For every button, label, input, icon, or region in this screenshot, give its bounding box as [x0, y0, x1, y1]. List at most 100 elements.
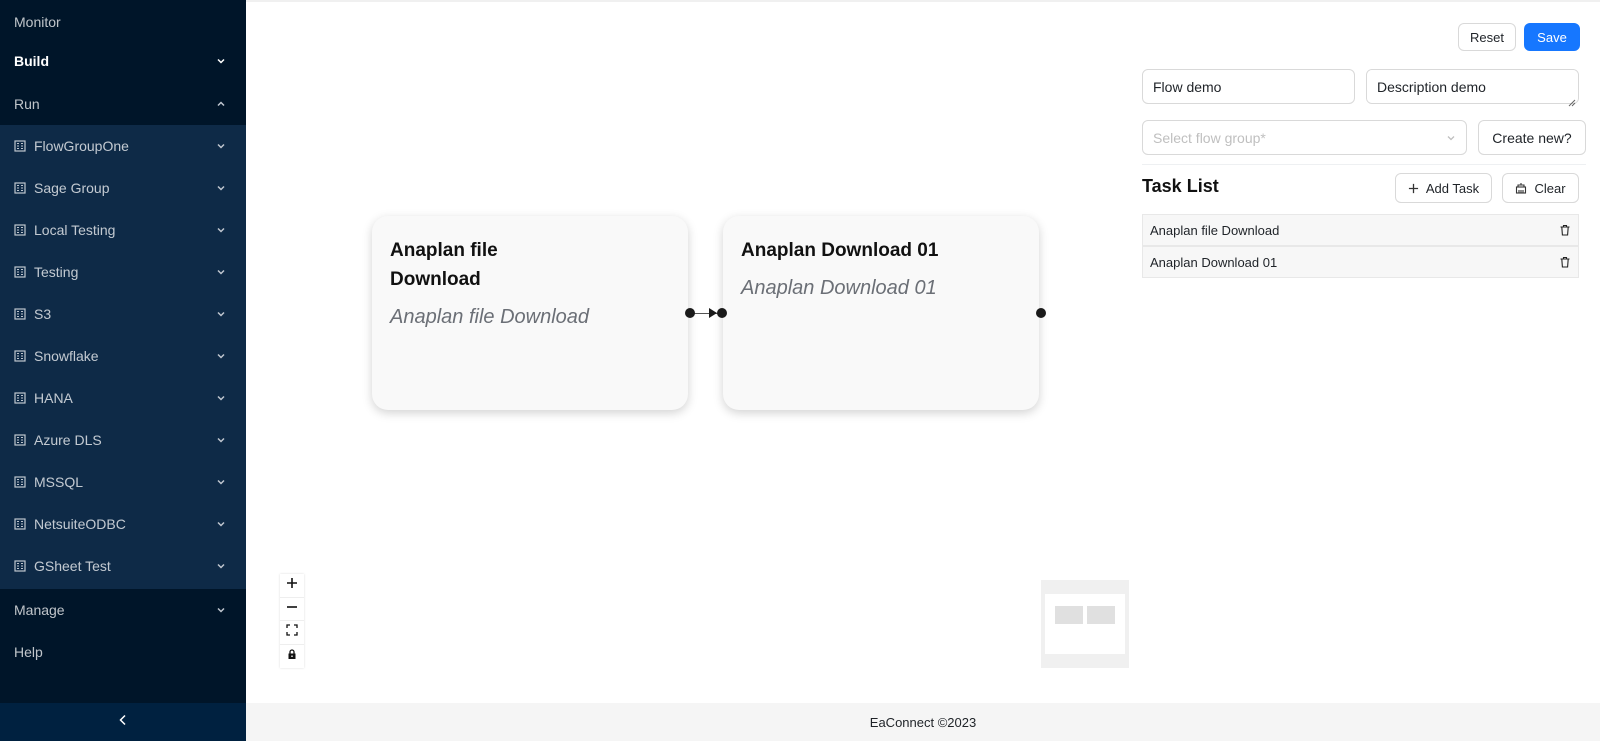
lock-button[interactable]	[280, 645, 304, 669]
chevron-down-icon	[216, 605, 226, 615]
run-submenu: FlowGroupOne Sage Group Local Testing Te…	[0, 125, 246, 589]
footer-text: EaConnect ©2023	[869, 714, 977, 730]
run-group-label: Sage Group	[34, 180, 110, 196]
chevron-down-icon	[216, 435, 226, 445]
building-icon	[14, 266, 26, 278]
building-icon	[14, 224, 26, 236]
chevron-down-icon	[216, 309, 226, 319]
nav-help[interactable]: Help	[0, 631, 246, 673]
chevron-up-icon	[216, 99, 226, 109]
building-icon	[14, 434, 26, 446]
chevron-left-icon	[118, 713, 128, 731]
building-icon	[14, 518, 26, 530]
chevron-down-icon	[216, 225, 226, 235]
task-list-item[interactable]: Anaplan Download 01	[1142, 246, 1579, 278]
run-group-label: Snowflake	[34, 348, 99, 364]
footer: EaConnect ©2023	[246, 703, 1600, 741]
run-group-label: HANA	[34, 390, 73, 406]
minus-icon	[286, 600, 298, 618]
task-name: Anaplan file Download	[1150, 222, 1280, 238]
run-group-item[interactable]: S3	[0, 293, 246, 335]
chevron-down-icon	[216, 477, 226, 487]
run-group-item[interactable]: NetsuiteODBC	[0, 503, 246, 545]
run-group-label: GSheet Test	[34, 558, 111, 574]
flow-group-placeholder: Select flow group*	[1153, 129, 1266, 146]
building-icon	[14, 476, 26, 488]
run-group-label: Local Testing	[34, 222, 116, 238]
run-group-item[interactable]: Local Testing	[0, 209, 246, 251]
building-icon	[14, 140, 26, 152]
nav-monitor[interactable]: Monitor	[0, 1, 246, 43]
node-title: Anaplan Download 01	[741, 240, 939, 261]
nav-monitor-label: Monitor	[14, 14, 61, 30]
sidebar: Monitor Build Run FlowGroupOne Sage Grou…	[0, 0, 246, 741]
run-group-label: NetsuiteODBC	[34, 516, 126, 532]
canvas-controls	[280, 574, 304, 668]
sidebar-collapse-button[interactable]	[0, 703, 246, 741]
clear-icon	[1515, 182, 1527, 194]
minimap-node	[1055, 606, 1083, 624]
building-icon	[14, 560, 26, 572]
flow-name-input[interactable]	[1142, 69, 1355, 104]
run-group-label: MSSQL	[34, 474, 84, 490]
chevron-down-icon	[216, 561, 226, 571]
save-button[interactable]: Save	[1524, 23, 1580, 51]
minimap[interactable]	[1041, 580, 1129, 668]
task-list-title: Task List	[1142, 176, 1219, 196]
lock-icon	[286, 647, 298, 665]
resize-handle-icon[interactable]	[1568, 94, 1576, 107]
edge-arrowhead	[709, 308, 717, 318]
run-group-item[interactable]: Snowflake	[0, 335, 246, 377]
top-border	[246, 0, 1600, 2]
run-group-item[interactable]: Sage Group	[0, 167, 246, 209]
trash-icon[interactable]	[1559, 256, 1571, 268]
zoom-out-button[interactable]	[280, 598, 304, 621]
plus-icon	[1408, 183, 1419, 194]
chevron-down-icon	[216, 351, 226, 361]
nav-manage-label: Manage	[14, 602, 65, 618]
run-group-item[interactable]: Testing	[0, 251, 246, 293]
run-group-item[interactable]: GSheet Test	[0, 545, 246, 587]
chevron-down-icon	[216, 519, 226, 529]
run-group-label: FlowGroupOne	[34, 138, 129, 154]
node-input-handle[interactable]	[717, 308, 727, 318]
flow-node[interactable]: Anaplan file Download Anaplan file Downl…	[372, 216, 688, 410]
building-icon	[14, 308, 26, 320]
create-new-button[interactable]: Create new?	[1478, 120, 1586, 155]
chevron-down-icon	[216, 141, 226, 151]
node-output-handle[interactable]	[685, 308, 695, 318]
fit-view-icon	[286, 623, 298, 641]
run-group-label: Testing	[34, 264, 79, 280]
clear-button[interactable]: Clear	[1502, 173, 1579, 203]
flow-description-input[interactable]: Description demo	[1366, 69, 1579, 104]
fit-view-button[interactable]	[280, 621, 304, 645]
chevron-down-icon	[216, 183, 226, 193]
run-group-item[interactable]: FlowGroupOne	[0, 125, 246, 167]
node-subtitle: Anaplan file Download	[390, 306, 590, 328]
building-icon	[14, 350, 26, 362]
run-group-label: Azure DLS	[34, 432, 102, 448]
nav-build[interactable]: Build	[0, 40, 246, 82]
task-list-item[interactable]: Anaplan file Download	[1142, 214, 1579, 246]
nav-manage[interactable]: Manage	[0, 589, 246, 631]
zoom-in-button[interactable]	[280, 574, 304, 598]
node-title: Anaplan file Download	[390, 240, 498, 290]
nav-run-label: Run	[14, 96, 40, 112]
flow-node[interactable]: Anaplan Download 01 Anaplan Download 01	[723, 216, 1039, 410]
trash-icon[interactable]	[1559, 224, 1571, 236]
divider	[1142, 164, 1586, 165]
reset-button[interactable]: Reset	[1458, 23, 1516, 51]
run-group-label: S3	[34, 306, 52, 322]
building-icon	[14, 392, 26, 404]
chevron-down-icon	[1446, 133, 1456, 143]
run-group-item[interactable]: Azure DLS	[0, 419, 246, 461]
plus-icon	[286, 576, 298, 594]
add-task-label: Add Task	[1425, 180, 1480, 196]
node-output-handle[interactable]	[1036, 308, 1046, 318]
add-task-button[interactable]: Add Task	[1395, 173, 1492, 203]
chevron-down-icon	[216, 267, 226, 277]
run-group-item[interactable]: HANA	[0, 377, 246, 419]
run-group-item[interactable]: MSSQL	[0, 461, 246, 503]
flow-group-select[interactable]: Select flow group*	[1142, 120, 1467, 155]
nav-run[interactable]: Run	[0, 83, 246, 125]
